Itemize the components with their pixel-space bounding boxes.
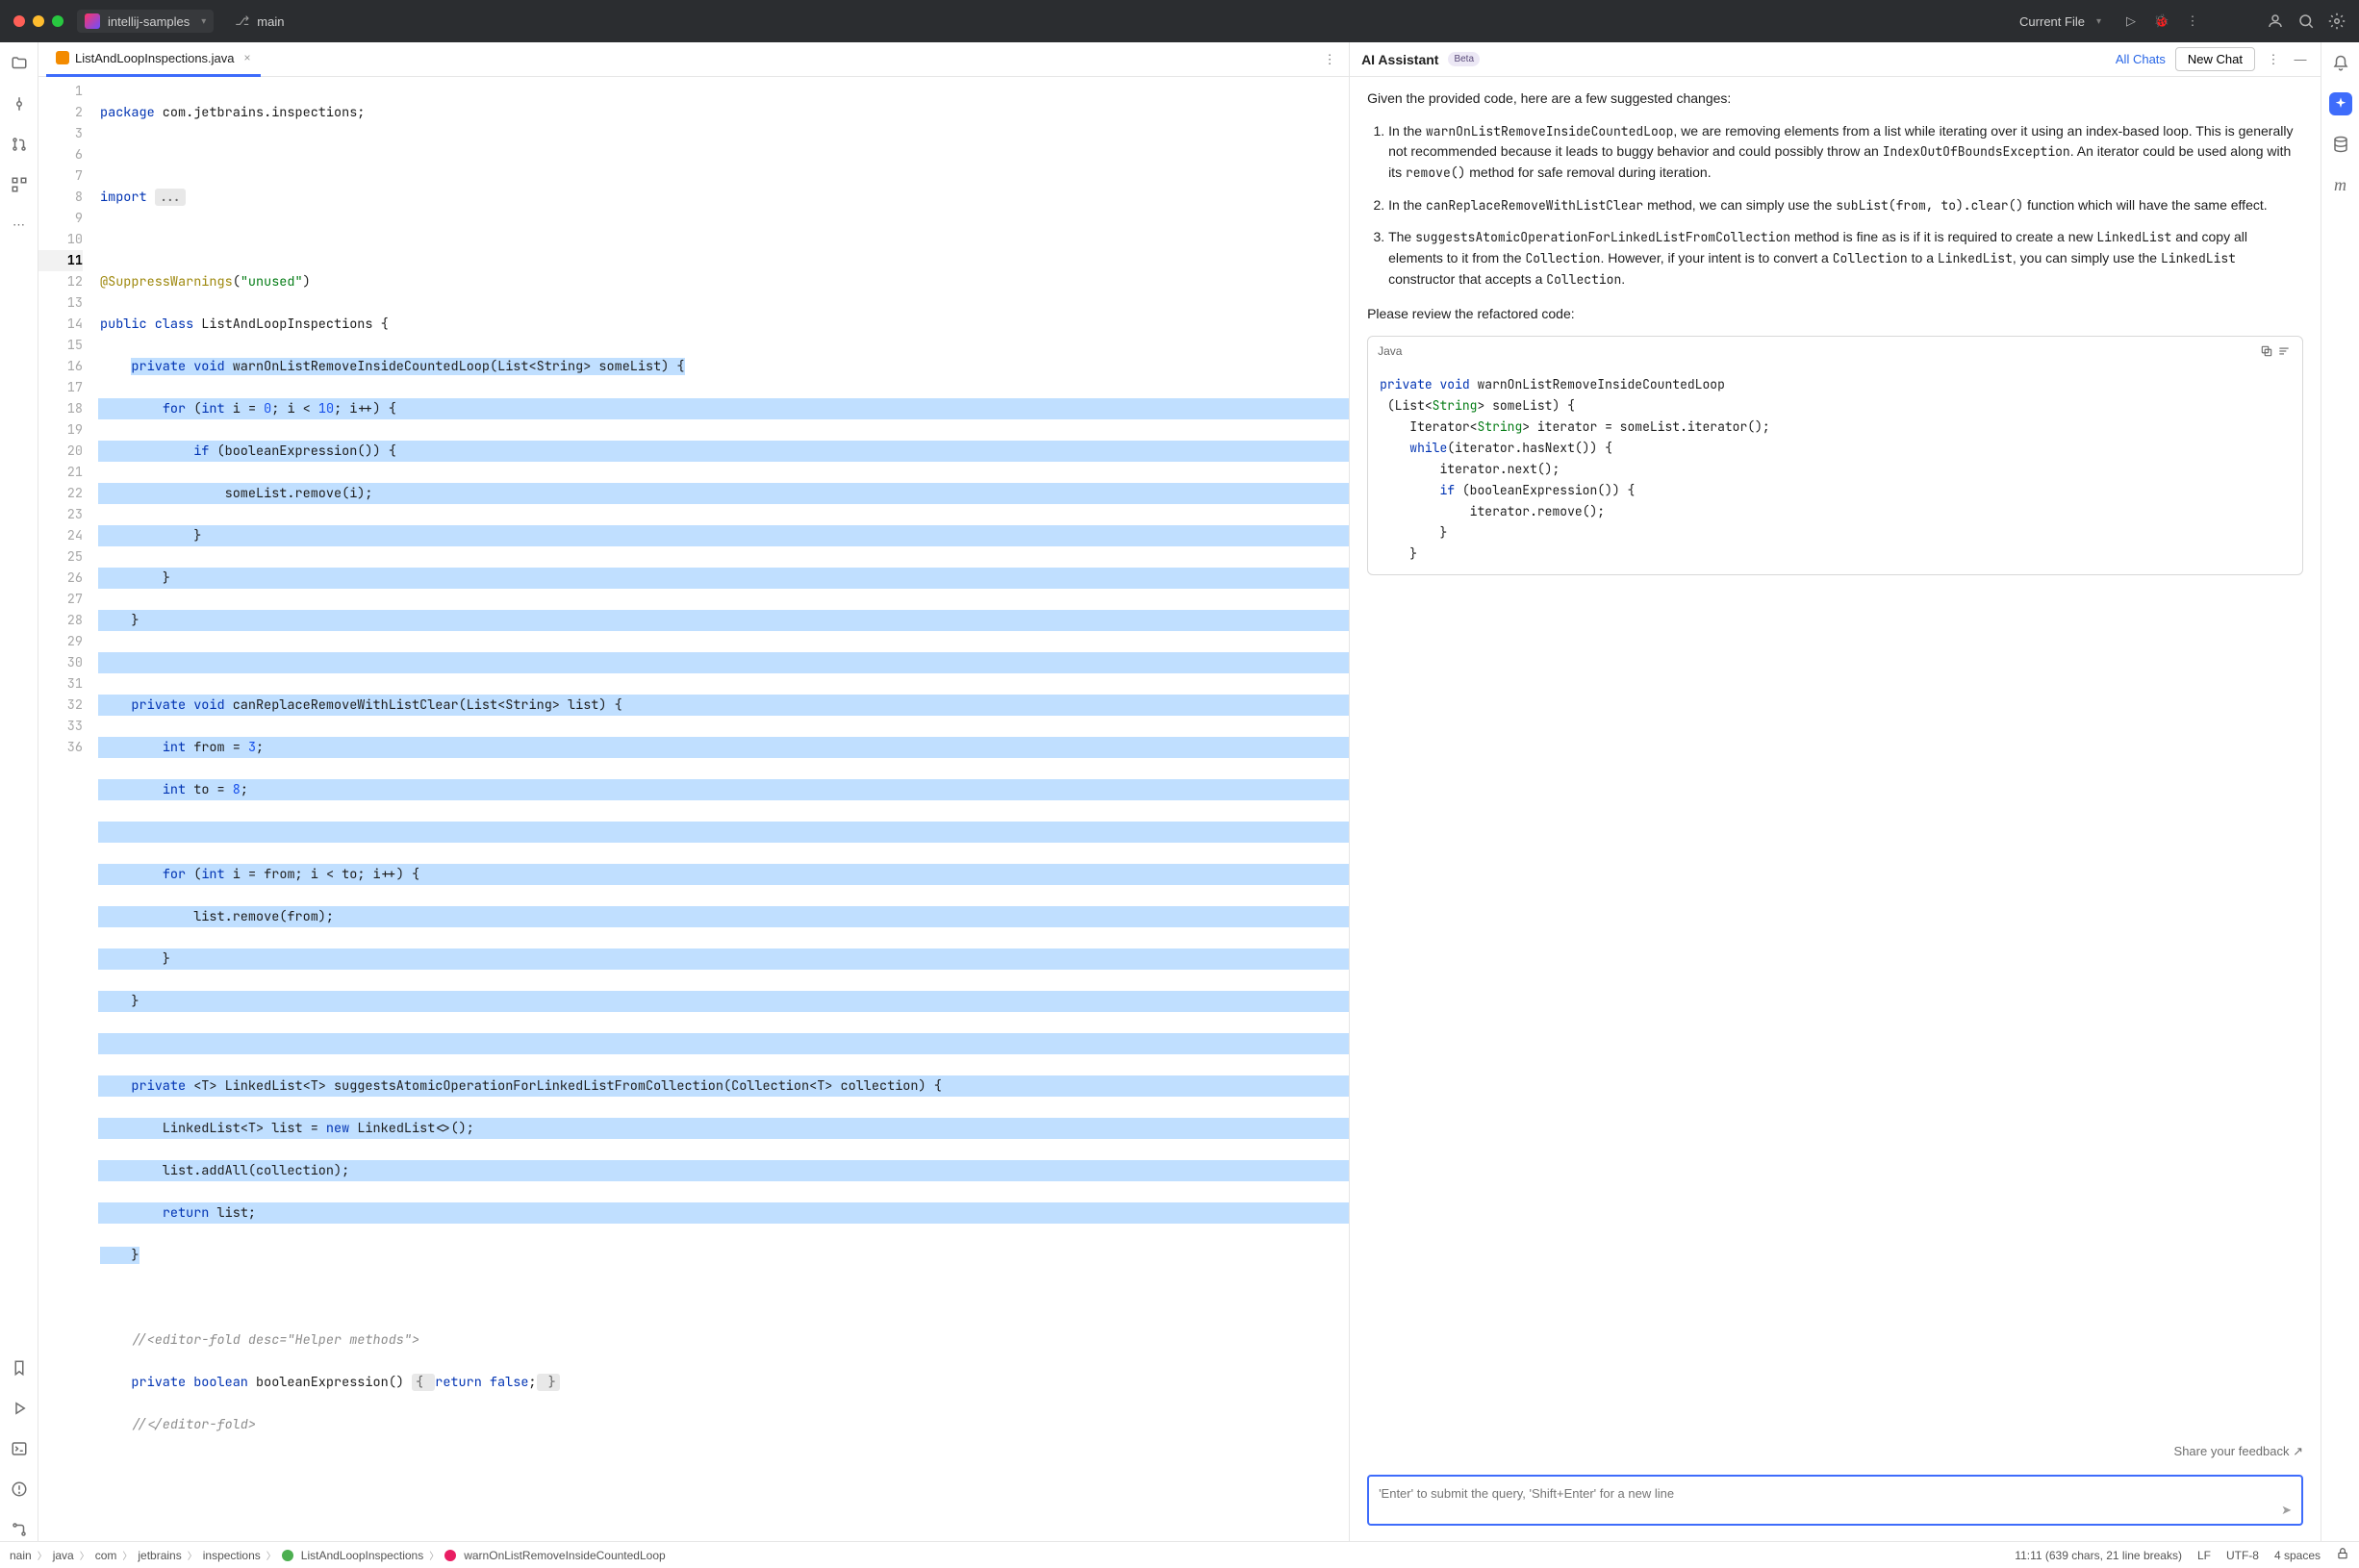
editor-tab-active[interactable]: ListAndLoopInspections.java × [46,42,261,77]
assistant-title: AI Assistant [1361,52,1438,67]
run-icon[interactable]: ▷ [2122,13,2140,30]
left-tool-rail: ⋯ [0,42,38,1541]
breadcrumbs[interactable]: nain〉java〉com〉jetbrains〉inspections〉List… [10,1548,666,1562]
pull-requests-icon[interactable] [8,133,31,156]
bookmarks-icon[interactable] [8,1356,31,1379]
snippet-body[interactable]: private void warnOnListRemoveInsideCount… [1368,367,2302,574]
beta-badge: Beta [1448,52,1480,66]
window-controls [13,15,63,27]
debug-icon[interactable]: 🐞 [2153,13,2170,30]
breadcrumb-item[interactable]: java [53,1549,74,1562]
run-config-label: Current File [2019,14,2085,29]
tab-menu-icon[interactable]: ⋮ [1318,48,1341,71]
assistant-header: AI Assistant Beta All Chats New Chat ⋮ — [1350,42,2321,77]
vcs-icon[interactable] [8,1518,31,1541]
breadcrumb-item[interactable]: warnOnListRemoveInsideCountedLoop [464,1549,665,1562]
search-icon[interactable] [2297,13,2315,30]
cursor-position[interactable]: 11:11 (639 chars, 21 line breaks) [2015,1549,2182,1562]
code-snippet: Java private void warnOnListRemoveInside… [1367,336,2303,575]
suggestion-item: In the canReplaceRemoveWithListClear met… [1388,195,2303,216]
project-name: intellij-samples [108,14,190,29]
right-tool-rail: m [2321,42,2359,1541]
chat-input[interactable] [1379,1486,2267,1501]
maven-icon[interactable]: m [2329,173,2352,196]
chevron-down-icon: ▾ [201,16,206,27]
more-menu-icon[interactable]: ⋮ [2265,51,2282,68]
project-selector[interactable]: intellij-samples ▾ [77,10,214,33]
close-tab-icon[interactable]: × [244,51,251,64]
more-icon[interactable]: ⋮ [2184,13,2201,30]
breadcrumb-item[interactable]: ListAndLoopInspections [301,1549,423,1562]
chat-input-wrapper: ➤ [1367,1475,2303,1526]
file-encoding[interactable]: UTF-8 [2226,1549,2259,1562]
collab-icon[interactable] [2267,13,2284,30]
editor-panel: ListAndLoopInspections.java × ⋮ 12367891… [38,42,1350,1541]
feedback-link[interactable]: Share your feedback ↗ [1350,1438,2321,1465]
indent-setting[interactable]: 4 spaces [2274,1549,2321,1562]
editor-tabs: ListAndLoopInspections.java × ⋮ [38,42,1349,77]
new-chat-button[interactable]: New Chat [2175,47,2255,71]
all-chats-link[interactable]: All Chats [2116,52,2166,66]
class-icon [282,1550,293,1561]
code-editor[interactable]: 1236789101112131415161718192021222324252… [38,77,1349,1541]
suggestion-list: In the warnOnListRemoveInsideCountedLoop… [1367,121,2303,291]
intellij-logo-icon [85,13,100,29]
close-window[interactable] [13,15,25,27]
zoom-window[interactable] [52,15,63,27]
minimize-panel-icon[interactable]: — [2292,51,2309,68]
terminal-icon[interactable] [8,1437,31,1460]
line-gutter: 1236789101112131415161718192021222324252… [38,77,92,1541]
branch-selector[interactable]: ⎇ main [227,10,292,33]
ai-assistant-icon[interactable] [2329,92,2352,115]
breadcrumb-item[interactable]: com [95,1549,117,1562]
snippet-lang: Java [1378,342,1402,361]
breadcrumb-item[interactable]: nain [10,1549,32,1562]
project-tool-icon[interactable] [8,52,31,75]
commit-tool-icon[interactable] [8,92,31,115]
titlebar: intellij-samples ▾ ⎇ main Current File ▾… [0,0,2359,42]
fold-marker[interactable]: ... [155,189,186,206]
insert-icon[interactable] [2275,342,2293,360]
notifications-icon[interactable] [2329,52,2352,75]
method-icon [444,1550,456,1561]
minimize-window[interactable] [33,15,44,27]
settings-icon[interactable] [2328,13,2346,30]
branch-icon: ⎇ [235,13,249,29]
branch-name: main [257,14,284,29]
suggestion-item: In the warnOnListRemoveInsideCountedLoop… [1388,121,2303,184]
run-config-selector[interactable]: Current File ▾ [2012,11,2109,33]
copy-icon[interactable] [2258,342,2275,360]
line-separator[interactable]: LF [2197,1549,2211,1562]
statusbar: nain〉java〉com〉jetbrains〉inspections〉List… [0,1541,2359,1568]
breadcrumb-item[interactable]: inspections [203,1549,261,1562]
breadcrumb-item[interactable]: jetbrains [138,1549,181,1562]
structure-tool-icon[interactable] [8,173,31,196]
assistant-response: Given the provided code, here are a few … [1350,77,2321,1438]
ai-assistant-panel: AI Assistant Beta All Chats New Chat ⋮ —… [1350,42,2321,1541]
send-icon[interactable]: ➤ [2281,1503,2292,1518]
response-intro: Given the provided code, here are a few … [1367,89,2303,110]
database-icon[interactable] [2329,133,2352,156]
tab-filename: ListAndLoopInspections.java [75,51,235,65]
suggestion-item: The suggestsAtomicOperationForLinkedList… [1388,227,2303,290]
chevron-down-icon: ▾ [2096,16,2101,27]
more-tools-icon[interactable]: ⋯ [8,214,31,237]
review-prompt: Please review the refactored code: [1367,304,2303,325]
build-icon[interactable] [8,1397,31,1420]
readonly-icon[interactable] [2336,1547,2349,1563]
problems-icon[interactable] [8,1478,31,1501]
code-content[interactable]: package com.jetbrains.inspections; impor… [92,77,1349,1541]
java-file-icon [56,51,69,64]
